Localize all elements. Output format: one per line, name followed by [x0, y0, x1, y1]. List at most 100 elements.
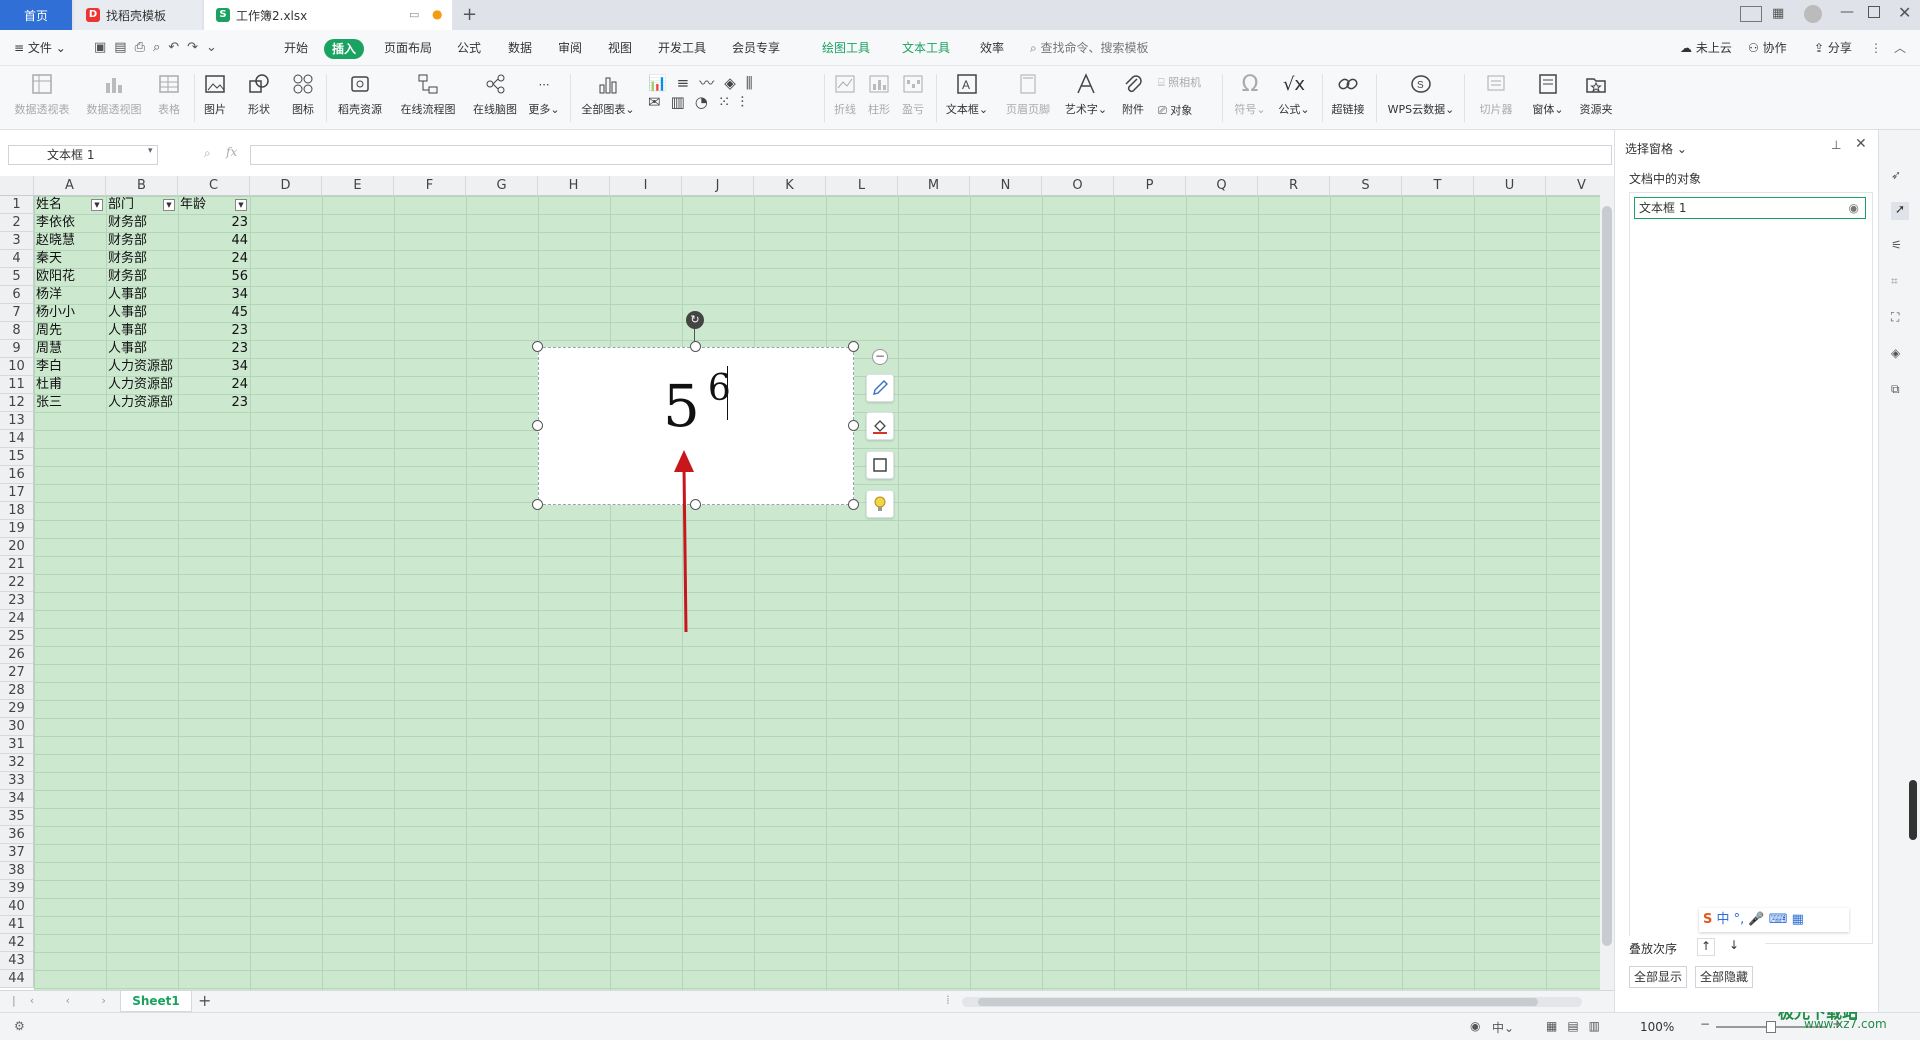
cell[interactable]: 24 [178, 250, 248, 268]
all-charts-button[interactable]: 全部图表⌄ [578, 70, 638, 117]
row-header-18[interactable]: 18 [0, 502, 34, 520]
column-header-l[interactable]: L [826, 176, 898, 196]
file-menu[interactable]: ≡ 文件 ⌄ [14, 30, 66, 66]
cell[interactable]: 45 [178, 304, 248, 322]
collapse-toolbar-icon[interactable]: − [872, 349, 888, 365]
filter-dropdown-icon[interactable]: ▼ [235, 199, 247, 211]
row-header-8[interactable]: 8 [0, 322, 34, 340]
column-header-m[interactable]: M [898, 176, 970, 196]
cell[interactable]: 44 [178, 232, 248, 250]
column-header-b[interactable]: B [106, 176, 178, 196]
row-header-5[interactable]: 5 [0, 268, 34, 286]
cell[interactable]: 杨小小 [36, 304, 104, 322]
row-header-7[interactable]: 7 [0, 304, 34, 322]
row-header-22[interactable]: 22 [0, 574, 34, 592]
row-header-27[interactable]: 27 [0, 664, 34, 682]
pivot-table-button[interactable]: 数据透视表 [10, 70, 74, 117]
flowchart-button[interactable]: 在线流程图 [396, 70, 460, 117]
menu-developer[interactable]: 开发工具 [658, 30, 706, 66]
mindmap-button[interactable]: 在线脑图 [468, 70, 522, 117]
row-header-35[interactable]: 35 [0, 808, 34, 826]
row-header-42[interactable]: 42 [0, 934, 34, 952]
column-header-j[interactable]: J [682, 176, 754, 196]
cell[interactable]: 人事部 [108, 304, 176, 322]
zoom-level[interactable]: 100% [1640, 1020, 1674, 1034]
object-button[interactable]: ⎚ 对象 [1158, 102, 1192, 118]
view-mode-buttons[interactable]: ▦▤▥ [1546, 1019, 1610, 1033]
row-header-10[interactable]: 10 [0, 358, 34, 376]
column-header-s[interactable]: S [1330, 176, 1402, 196]
tab-home[interactable]: 首页 [0, 0, 72, 30]
cell[interactable]: 财务部 [108, 214, 176, 232]
column-header-k[interactable]: K [754, 176, 826, 196]
resize-handle-sw[interactable] [532, 499, 543, 510]
cell[interactable]: 财务部 [108, 268, 176, 286]
row-header-24[interactable]: 24 [0, 610, 34, 628]
filter-dropdown-icon[interactable]: ▼ [163, 199, 175, 211]
cell[interactable]: 秦天 [36, 250, 104, 268]
menu-member[interactable]: 会员专享 [732, 30, 780, 66]
visibility-eye-icon[interactable]: ◉ [1849, 198, 1859, 218]
close-pane-icon[interactable]: ✕ [1855, 136, 1867, 152]
apps-grid-icon[interactable]: ▦ [1772, 6, 1784, 21]
docer-resource-button[interactable]: 稻壳资源 [332, 70, 388, 117]
book-icon[interactable]: ⧉ [1891, 382, 1909, 400]
pin-icon[interactable]: ⊥ [1831, 138, 1841, 152]
cell[interactable]: 周先 [36, 322, 104, 340]
cell[interactable]: 李依依 [36, 214, 104, 232]
collaborate-button[interactable]: ⚇ 协作 [1748, 30, 1787, 66]
cell[interactable]: 34 [178, 358, 248, 376]
column-header-r[interactable]: R [1258, 176, 1330, 196]
menu-start[interactable]: 开始 [284, 30, 308, 66]
row-header-15[interactable]: 15 [0, 448, 34, 466]
column-header-g[interactable]: G [466, 176, 538, 196]
slicer-button[interactable]: 切片器 [1474, 70, 1518, 117]
selection-pane-title[interactable]: 选择窗格 ⌄ [1625, 140, 1687, 157]
resize-handle-w[interactable] [532, 420, 543, 431]
wps-cloud-data-button[interactable]: S WPS云数据⌄ [1384, 70, 1458, 117]
cell[interactable]: 人力资源部 [108, 376, 176, 394]
row-header-43[interactable]: 43 [0, 952, 34, 970]
shape-button[interactable]: 形状 [242, 70, 276, 117]
camera-button[interactable]: ⌸ 照相机 [1158, 74, 1201, 90]
more-icon[interactable]: ⋮ [1870, 30, 1882, 66]
row-header-40[interactable]: 40 [0, 898, 34, 916]
horizontal-scroll-thumb[interactable] [978, 998, 1538, 1006]
zoom-out-icon[interactable]: − [1700, 1017, 1710, 1031]
cell[interactable]: 23 [178, 214, 248, 232]
cell[interactable]: 财务部 [108, 232, 176, 250]
side-drawer-handle[interactable] [1909, 780, 1917, 840]
vertical-scrollbar[interactable] [1600, 176, 1614, 990]
restore-icon[interactable] [1868, 6, 1880, 18]
row-header-19[interactable]: 19 [0, 520, 34, 538]
edit-style-button[interactable] [866, 374, 894, 402]
column-header-i[interactable]: I [610, 176, 682, 196]
column-header-t[interactable]: T [1402, 176, 1474, 196]
fx-icon[interactable]: fx [226, 145, 237, 159]
bring-forward-icon[interactable]: ↑ [1697, 938, 1715, 956]
cell[interactable]: 欧阳花 [36, 268, 104, 286]
row-header-12[interactable]: 12 [0, 394, 34, 412]
collapse-ribbon-icon[interactable]: ︿ [1894, 30, 1906, 66]
row-header-4[interactable]: 4 [0, 250, 34, 268]
row-header-13[interactable]: 13 [0, 412, 34, 430]
symbol-button[interactable]: Ω 符号⌄ [1228, 70, 1272, 117]
resize-handle-n[interactable] [690, 341, 701, 352]
minimize-icon[interactable]: — [1840, 4, 1854, 20]
sheet-tab-sheet1[interactable]: Sheet1 [120, 991, 192, 1012]
column-header-h[interactable]: H [538, 176, 610, 196]
image-tool-icon[interactable]: ⛶ [1891, 310, 1909, 328]
share-button[interactable]: ⇪ 分享 [1814, 30, 1852, 66]
row-header-44[interactable]: 44 [0, 970, 34, 988]
menu-view[interactable]: 视图 [608, 30, 632, 66]
row-header-34[interactable]: 34 [0, 790, 34, 808]
picture-button[interactable]: 图片 [198, 70, 232, 117]
object-item-textbox[interactable]: 文本框 1 ◉ [1634, 197, 1866, 219]
more-button[interactable]: ⋯ 更多⌄ [526, 70, 562, 117]
cell[interactable]: 赵晓慧 [36, 232, 104, 250]
resize-handle-ne[interactable] [848, 341, 859, 352]
menu-review[interactable]: 审阅 [558, 30, 582, 66]
textbox-button[interactable]: A 文本框⌄ [942, 70, 992, 117]
cell[interactable]: 24 [178, 376, 248, 394]
show-all-button[interactable]: 全部显示 [1629, 966, 1687, 988]
